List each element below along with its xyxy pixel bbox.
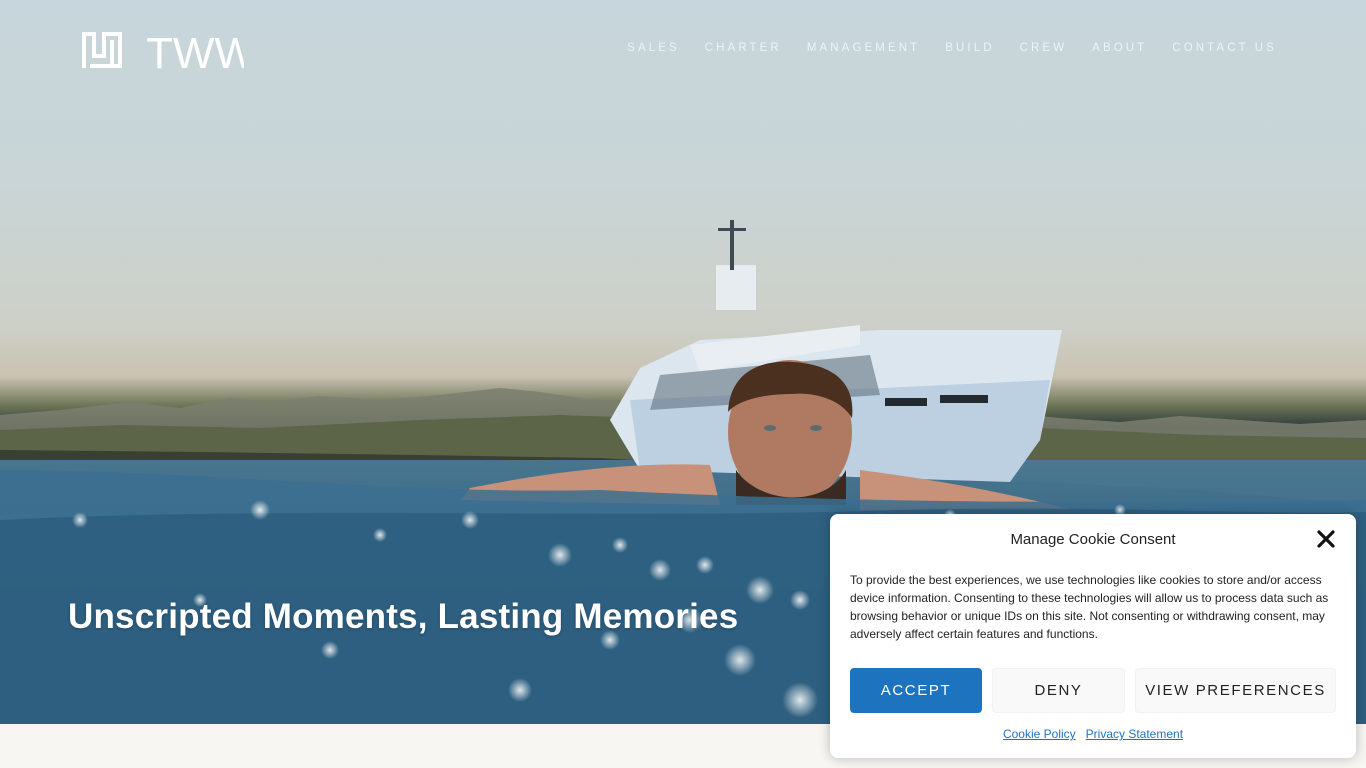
brand-logo[interactable]: TWW — [82, 29, 256, 78]
view-preferences-button[interactable]: VIEW PREFERENCES — [1135, 668, 1336, 713]
deny-button[interactable]: DENY — [992, 668, 1125, 713]
privacy-statement-link[interactable]: Privacy Statement — [1086, 727, 1183, 741]
close-icon[interactable] — [1316, 529, 1336, 549]
tww-logo-icon: TWW — [82, 29, 256, 78]
nav-item-management[interactable]: MANAGEMENT — [807, 42, 920, 54]
hero-headline: Unscripted Moments, Lasting Memories — [68, 597, 739, 636]
cookie-dialog-body: To provide the best experiences, we use … — [850, 573, 1329, 641]
cookie-dialog-links: Cookie Policy Privacy Statement — [830, 727, 1356, 741]
nav-item-contact-us[interactable]: CONTACT US — [1172, 42, 1277, 54]
nav-item-build[interactable]: BUILD — [945, 42, 994, 54]
accept-button[interactable]: ACCEPT — [850, 668, 982, 713]
main-nav: SALES CHARTER MANAGEMENT BUILD CREW ABOU… — [627, 42, 1277, 54]
cookie-policy-link[interactable]: Cookie Policy — [1003, 727, 1076, 741]
cookie-consent-dialog: Manage Cookie Consent To provide the bes… — [830, 514, 1356, 758]
nav-item-charter[interactable]: CHARTER — [705, 42, 782, 54]
cookie-dialog-title: Manage Cookie Consent — [1010, 531, 1176, 548]
nav-item-crew[interactable]: CREW — [1020, 42, 1068, 54]
nav-item-sales[interactable]: SALES — [627, 42, 680, 54]
nav-item-about[interactable]: ABOUT — [1092, 42, 1147, 54]
brand-wordmark: TWW — [146, 30, 244, 70]
